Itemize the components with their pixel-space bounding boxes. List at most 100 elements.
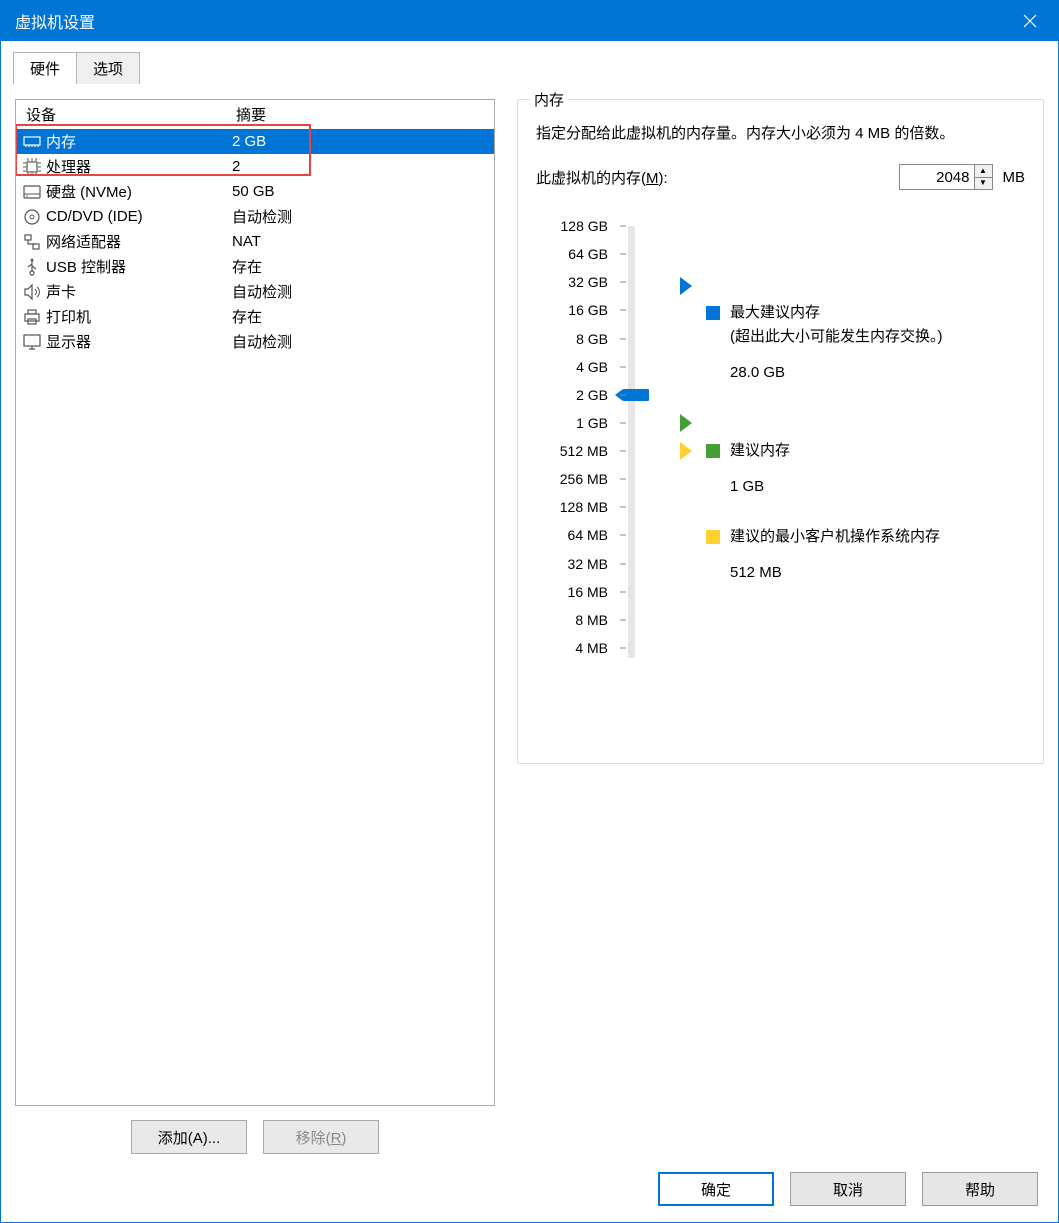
right-pane: 内存 指定分配给此虚拟机的内存量。内存大小必须为 4 MB 的倍数。 此虚拟机的… xyxy=(517,99,1044,1154)
groupbox-title: 内存 xyxy=(530,89,568,110)
tick-label: 64 MB xyxy=(568,527,608,543)
legend-max-value: 28.0 GB xyxy=(730,362,943,384)
device-summary: 存在 xyxy=(232,256,494,277)
device-row-display[interactable]: 显示器 自动检测 xyxy=(16,329,494,354)
device-summary: 自动检测 xyxy=(232,331,494,352)
tab-hardware-label: 硬件 xyxy=(30,61,60,78)
tick-mark xyxy=(620,479,626,480)
device-name: 处理器 xyxy=(46,156,232,177)
legend-column: 最大建议内存 (超出此大小可能发生内存交换。) 28.0 GB 建议内存 1 G… xyxy=(706,222,1025,662)
slider-track-line xyxy=(628,226,635,658)
device-name: 声卡 xyxy=(46,281,232,302)
cpu-icon xyxy=(22,157,42,177)
swatch-yellow-icon xyxy=(706,530,720,544)
tick-label: 1 GB xyxy=(576,415,608,431)
network-icon xyxy=(22,232,42,252)
usb-icon xyxy=(22,257,42,277)
tick-mark xyxy=(620,366,626,367)
col-device-header: 设备 xyxy=(26,104,236,125)
legend-rec-title: 建议内存 xyxy=(730,440,790,462)
printer-icon xyxy=(22,307,42,327)
close-button[interactable] xyxy=(1002,1,1058,41)
tick-label: 4 GB xyxy=(576,359,608,375)
memory-slider[interactable] xyxy=(616,222,646,662)
device-row-network[interactable]: 网络适配器 NAT xyxy=(16,229,494,254)
tick-mark xyxy=(620,619,626,620)
legend-min-title: 建议的最小客户机操作系统内存 xyxy=(730,526,940,548)
spin-up[interactable]: ▲ xyxy=(975,165,992,178)
memory-unit: MB xyxy=(1003,169,1026,186)
device-summary: 50 GB xyxy=(232,183,494,200)
device-name: 网络适配器 xyxy=(46,231,232,252)
swatch-green-icon xyxy=(706,444,720,458)
device-summary: 自动检测 xyxy=(232,281,494,302)
device-list[interactable]: 设备 摘要 内存 2 GB 处理器 2 xyxy=(15,99,495,1106)
tick-label: 32 GB xyxy=(568,274,608,290)
tab-hardware[interactable]: 硬件 xyxy=(13,52,77,84)
device-row-usb[interactable]: USB 控制器 存在 xyxy=(16,254,494,279)
tick-label: 16 GB xyxy=(568,302,608,318)
marker-column xyxy=(646,222,706,662)
spin-down[interactable]: ▼ xyxy=(975,178,992,190)
tick-mark xyxy=(620,338,626,339)
legend-min-value: 512 MB xyxy=(730,562,940,584)
device-summary: 2 xyxy=(232,158,494,175)
col-summary-header: 摘要 xyxy=(236,104,494,125)
cancel-button[interactable]: 取消 xyxy=(790,1172,906,1206)
tick-label: 16 MB xyxy=(568,584,608,600)
vm-settings-window: 虚拟机设置 硬件 选项 设备 摘要 内存 xyxy=(0,0,1059,1223)
device-name: CD/DVD (IDE) xyxy=(46,208,232,225)
legend-max: 最大建议内存 (超出此大小可能发生内存交换。) 28.0 GB xyxy=(706,302,943,384)
tick-mark xyxy=(620,507,626,508)
left-buttons: 添加(A)... 移除(R) xyxy=(15,1120,495,1154)
disk-icon xyxy=(22,182,42,202)
help-button[interactable]: 帮助 xyxy=(922,1172,1038,1206)
device-row-sound[interactable]: 声卡 自动检测 xyxy=(16,279,494,304)
device-row-printer[interactable]: 打印机 存在 xyxy=(16,304,494,329)
tick-mark xyxy=(620,310,626,311)
device-summary: 存在 xyxy=(232,306,494,327)
device-row-disk[interactable]: 硬盘 (NVMe) 50 GB xyxy=(16,179,494,204)
device-name: USB 控制器 xyxy=(46,256,232,277)
memory-input[interactable] xyxy=(900,165,974,189)
tick-label: 128 GB xyxy=(561,218,608,234)
tick-labels: 128 GB64 GB32 GB16 GB8 GB4 GB2 GB1 GB512… xyxy=(536,222,616,662)
cd-icon xyxy=(22,207,42,227)
legend-rec: 建议内存 1 GB xyxy=(706,440,790,498)
device-summary: 2 GB xyxy=(232,133,494,150)
device-row-memory[interactable]: 内存 2 GB xyxy=(16,129,494,154)
tabstrip: 硬件 选项 xyxy=(1,53,1058,85)
device-list-header: 设备 摘要 xyxy=(16,100,494,129)
memory-groupbox: 内存 指定分配给此虚拟机的内存量。内存大小必须为 4 MB 的倍数。 此虚拟机的… xyxy=(517,99,1044,764)
memory-slider-area: 128 GB64 GB32 GB16 GB8 GB4 GB2 GB1 GB512… xyxy=(536,222,1025,662)
tick-mark xyxy=(620,451,626,452)
left-pane: 设备 摘要 内存 2 GB 处理器 2 xyxy=(15,99,495,1154)
device-name: 显示器 xyxy=(46,331,232,352)
tick-label: 32 MB xyxy=(568,556,608,572)
device-row-cd[interactable]: CD/DVD (IDE) 自动检测 xyxy=(16,204,494,229)
memory-icon xyxy=(22,132,42,152)
dialog-buttons: 确定 取消 帮助 xyxy=(1,1168,1058,1222)
tick-label: 4 MB xyxy=(575,640,608,656)
remove-button[interactable]: 移除(R) xyxy=(263,1120,379,1154)
tick-label: 512 MB xyxy=(560,443,608,459)
legend-max-title: 最大建议内存 xyxy=(730,302,943,324)
spinbox-arrows: ▲ ▼ xyxy=(974,165,992,189)
add-button[interactable]: 添加(A)... xyxy=(131,1120,247,1154)
legend-max-note: (超出此大小可能发生内存交换。) xyxy=(730,326,943,348)
tick-mark xyxy=(620,226,626,227)
device-name: 打印机 xyxy=(46,306,232,327)
device-summary: 自动检测 xyxy=(232,206,494,227)
tick-mark xyxy=(620,535,626,536)
tick-mark xyxy=(620,648,626,649)
memory-spinbox[interactable]: ▲ ▼ xyxy=(899,164,993,190)
swatch-blue-icon xyxy=(706,306,720,320)
tick-label: 64 GB xyxy=(568,246,608,262)
tick-label: 128 MB xyxy=(560,499,608,515)
tab-options[interactable]: 选项 xyxy=(76,52,140,84)
tick-mark xyxy=(620,394,626,395)
device-summary: NAT xyxy=(232,233,494,250)
device-row-cpu[interactable]: 处理器 2 xyxy=(16,154,494,179)
ok-button[interactable]: 确定 xyxy=(658,1172,774,1206)
memory-input-label: 此虚拟机的内存(M): xyxy=(536,167,668,188)
